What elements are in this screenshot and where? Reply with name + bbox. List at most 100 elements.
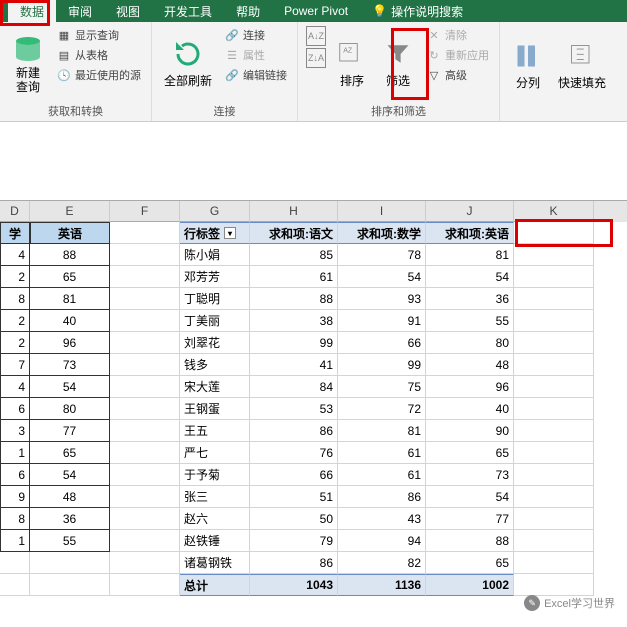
- hdr-d[interactable]: 学: [0, 222, 30, 244]
- pivot-v1[interactable]: 53: [250, 398, 338, 420]
- pivot-name[interactable]: 邓芳芳: [180, 266, 250, 288]
- cell-d[interactable]: 2: [0, 266, 30, 288]
- pivot-v2[interactable]: 86: [338, 486, 426, 508]
- cell-k[interactable]: [514, 354, 594, 376]
- cell-k[interactable]: [514, 244, 594, 266]
- pivot-name[interactable]: 陈小娟: [180, 244, 250, 266]
- pivot-name[interactable]: 刘翠花: [180, 332, 250, 354]
- cell-e[interactable]: 73: [30, 354, 110, 376]
- pivot-total-1[interactable]: 1043: [250, 574, 338, 596]
- cell-f[interactable]: [110, 552, 180, 574]
- pivot-v2[interactable]: 99: [338, 354, 426, 376]
- clear-button[interactable]: ✕清除: [424, 26, 491, 44]
- cell-d[interactable]: [0, 552, 30, 574]
- pivot-v2[interactable]: 61: [338, 442, 426, 464]
- pivot-name[interactable]: 诸葛钢铁: [180, 552, 250, 574]
- pivot-hdr-3[interactable]: 求和项:英语: [426, 222, 514, 244]
- cell-k[interactable]: [514, 376, 594, 398]
- cell-d[interactable]: 2: [0, 332, 30, 354]
- cell-f[interactable]: [110, 244, 180, 266]
- pivot-v3[interactable]: 73: [426, 464, 514, 486]
- pivot-v2[interactable]: 75: [338, 376, 426, 398]
- col-header-D[interactable]: D: [0, 201, 30, 222]
- pivot-v1[interactable]: 38: [250, 310, 338, 332]
- pivot-v1[interactable]: 51: [250, 486, 338, 508]
- dropdown-icon[interactable]: ▾: [224, 227, 236, 239]
- col-header-F[interactable]: F: [110, 201, 180, 222]
- pivot-v3[interactable]: 81: [426, 244, 514, 266]
- pivot-v1[interactable]: 84: [250, 376, 338, 398]
- cell-e[interactable]: 54: [30, 376, 110, 398]
- cell-e[interactable]: [30, 574, 110, 596]
- cell-d[interactable]: 1: [0, 442, 30, 464]
- pivot-name[interactable]: 丁美丽: [180, 310, 250, 332]
- cell-f[interactable]: [110, 530, 180, 552]
- cell-d[interactable]: 7: [0, 354, 30, 376]
- cell-d[interactable]: 8: [0, 508, 30, 530]
- cell-d[interactable]: 6: [0, 464, 30, 486]
- cell-d[interactable]: 1: [0, 530, 30, 552]
- pivot-v2[interactable]: 91: [338, 310, 426, 332]
- cell-f[interactable]: [110, 332, 180, 354]
- text-to-columns-button[interactable]: 分列: [508, 26, 548, 105]
- cell-k[interactable]: [514, 552, 594, 574]
- tell-me[interactable]: 💡 操作说明搜索: [360, 0, 475, 24]
- cell-e[interactable]: 96: [30, 332, 110, 354]
- cell-e[interactable]: 48: [30, 486, 110, 508]
- pivot-v2[interactable]: 81: [338, 420, 426, 442]
- pivot-v2[interactable]: 72: [338, 398, 426, 420]
- pivot-v3[interactable]: 90: [426, 420, 514, 442]
- pivot-v1[interactable]: 86: [250, 420, 338, 442]
- cell-f[interactable]: [110, 486, 180, 508]
- pivot-v3[interactable]: 54: [426, 266, 514, 288]
- cell-f[interactable]: [110, 310, 180, 332]
- cell-e[interactable]: 80: [30, 398, 110, 420]
- flash-fill-button[interactable]: 快速填充: [554, 26, 610, 105]
- cell-e[interactable]: 65: [30, 442, 110, 464]
- pivot-v1[interactable]: 79: [250, 530, 338, 552]
- from-table-button[interactable]: ▤从表格: [54, 46, 143, 64]
- pivot-v1[interactable]: 61: [250, 266, 338, 288]
- cell-e[interactable]: 65: [30, 266, 110, 288]
- cell-d[interactable]: 4: [0, 376, 30, 398]
- filter-button[interactable]: 筛选: [378, 26, 418, 101]
- cell-f[interactable]: [110, 464, 180, 486]
- pivot-v3[interactable]: 55: [426, 310, 514, 332]
- pivot-v3[interactable]: 40: [426, 398, 514, 420]
- cell-d[interactable]: [0, 574, 30, 596]
- pivot-v2[interactable]: 93: [338, 288, 426, 310]
- cell-k[interactable]: [514, 420, 594, 442]
- cell-k[interactable]: [514, 310, 594, 332]
- pivot-v1[interactable]: 50: [250, 508, 338, 530]
- cell-f[interactable]: [110, 222, 180, 244]
- cell-k[interactable]: [514, 530, 594, 552]
- pivot-name[interactable]: 王五: [180, 420, 250, 442]
- sort-asc-button[interactable]: A↓Z: [306, 26, 326, 46]
- pivot-v2[interactable]: 66: [338, 332, 426, 354]
- pivot-name[interactable]: 钱多: [180, 354, 250, 376]
- cell-e[interactable]: 88: [30, 244, 110, 266]
- cell-f[interactable]: [110, 442, 180, 464]
- pivot-name[interactable]: 宋大莲: [180, 376, 250, 398]
- cell-k[interactable]: [514, 486, 594, 508]
- cell-e[interactable]: 55: [30, 530, 110, 552]
- new-query-button[interactable]: 新建 查询: [8, 26, 48, 101]
- pivot-name[interactable]: 严七: [180, 442, 250, 464]
- cell-f[interactable]: [110, 354, 180, 376]
- cell-d[interactable]: 6: [0, 398, 30, 420]
- pivot-name[interactable]: 于予菊: [180, 464, 250, 486]
- cell-k[interactable]: [514, 222, 594, 244]
- pivot-v1[interactable]: 41: [250, 354, 338, 376]
- col-header-K[interactable]: K: [514, 201, 594, 222]
- cell-e[interactable]: 81: [30, 288, 110, 310]
- col-header-H[interactable]: H: [250, 201, 338, 222]
- pivot-name[interactable]: 丁聪明: [180, 288, 250, 310]
- cell-f[interactable]: [110, 420, 180, 442]
- cell-d[interactable]: 2: [0, 310, 30, 332]
- cell-f[interactable]: [110, 288, 180, 310]
- sort-button[interactable]: AZ 排序: [332, 26, 372, 101]
- pivot-v3[interactable]: 65: [426, 552, 514, 574]
- pivot-v2[interactable]: 61: [338, 464, 426, 486]
- cell-k[interactable]: [514, 508, 594, 530]
- pivot-total-3[interactable]: 1002: [426, 574, 514, 596]
